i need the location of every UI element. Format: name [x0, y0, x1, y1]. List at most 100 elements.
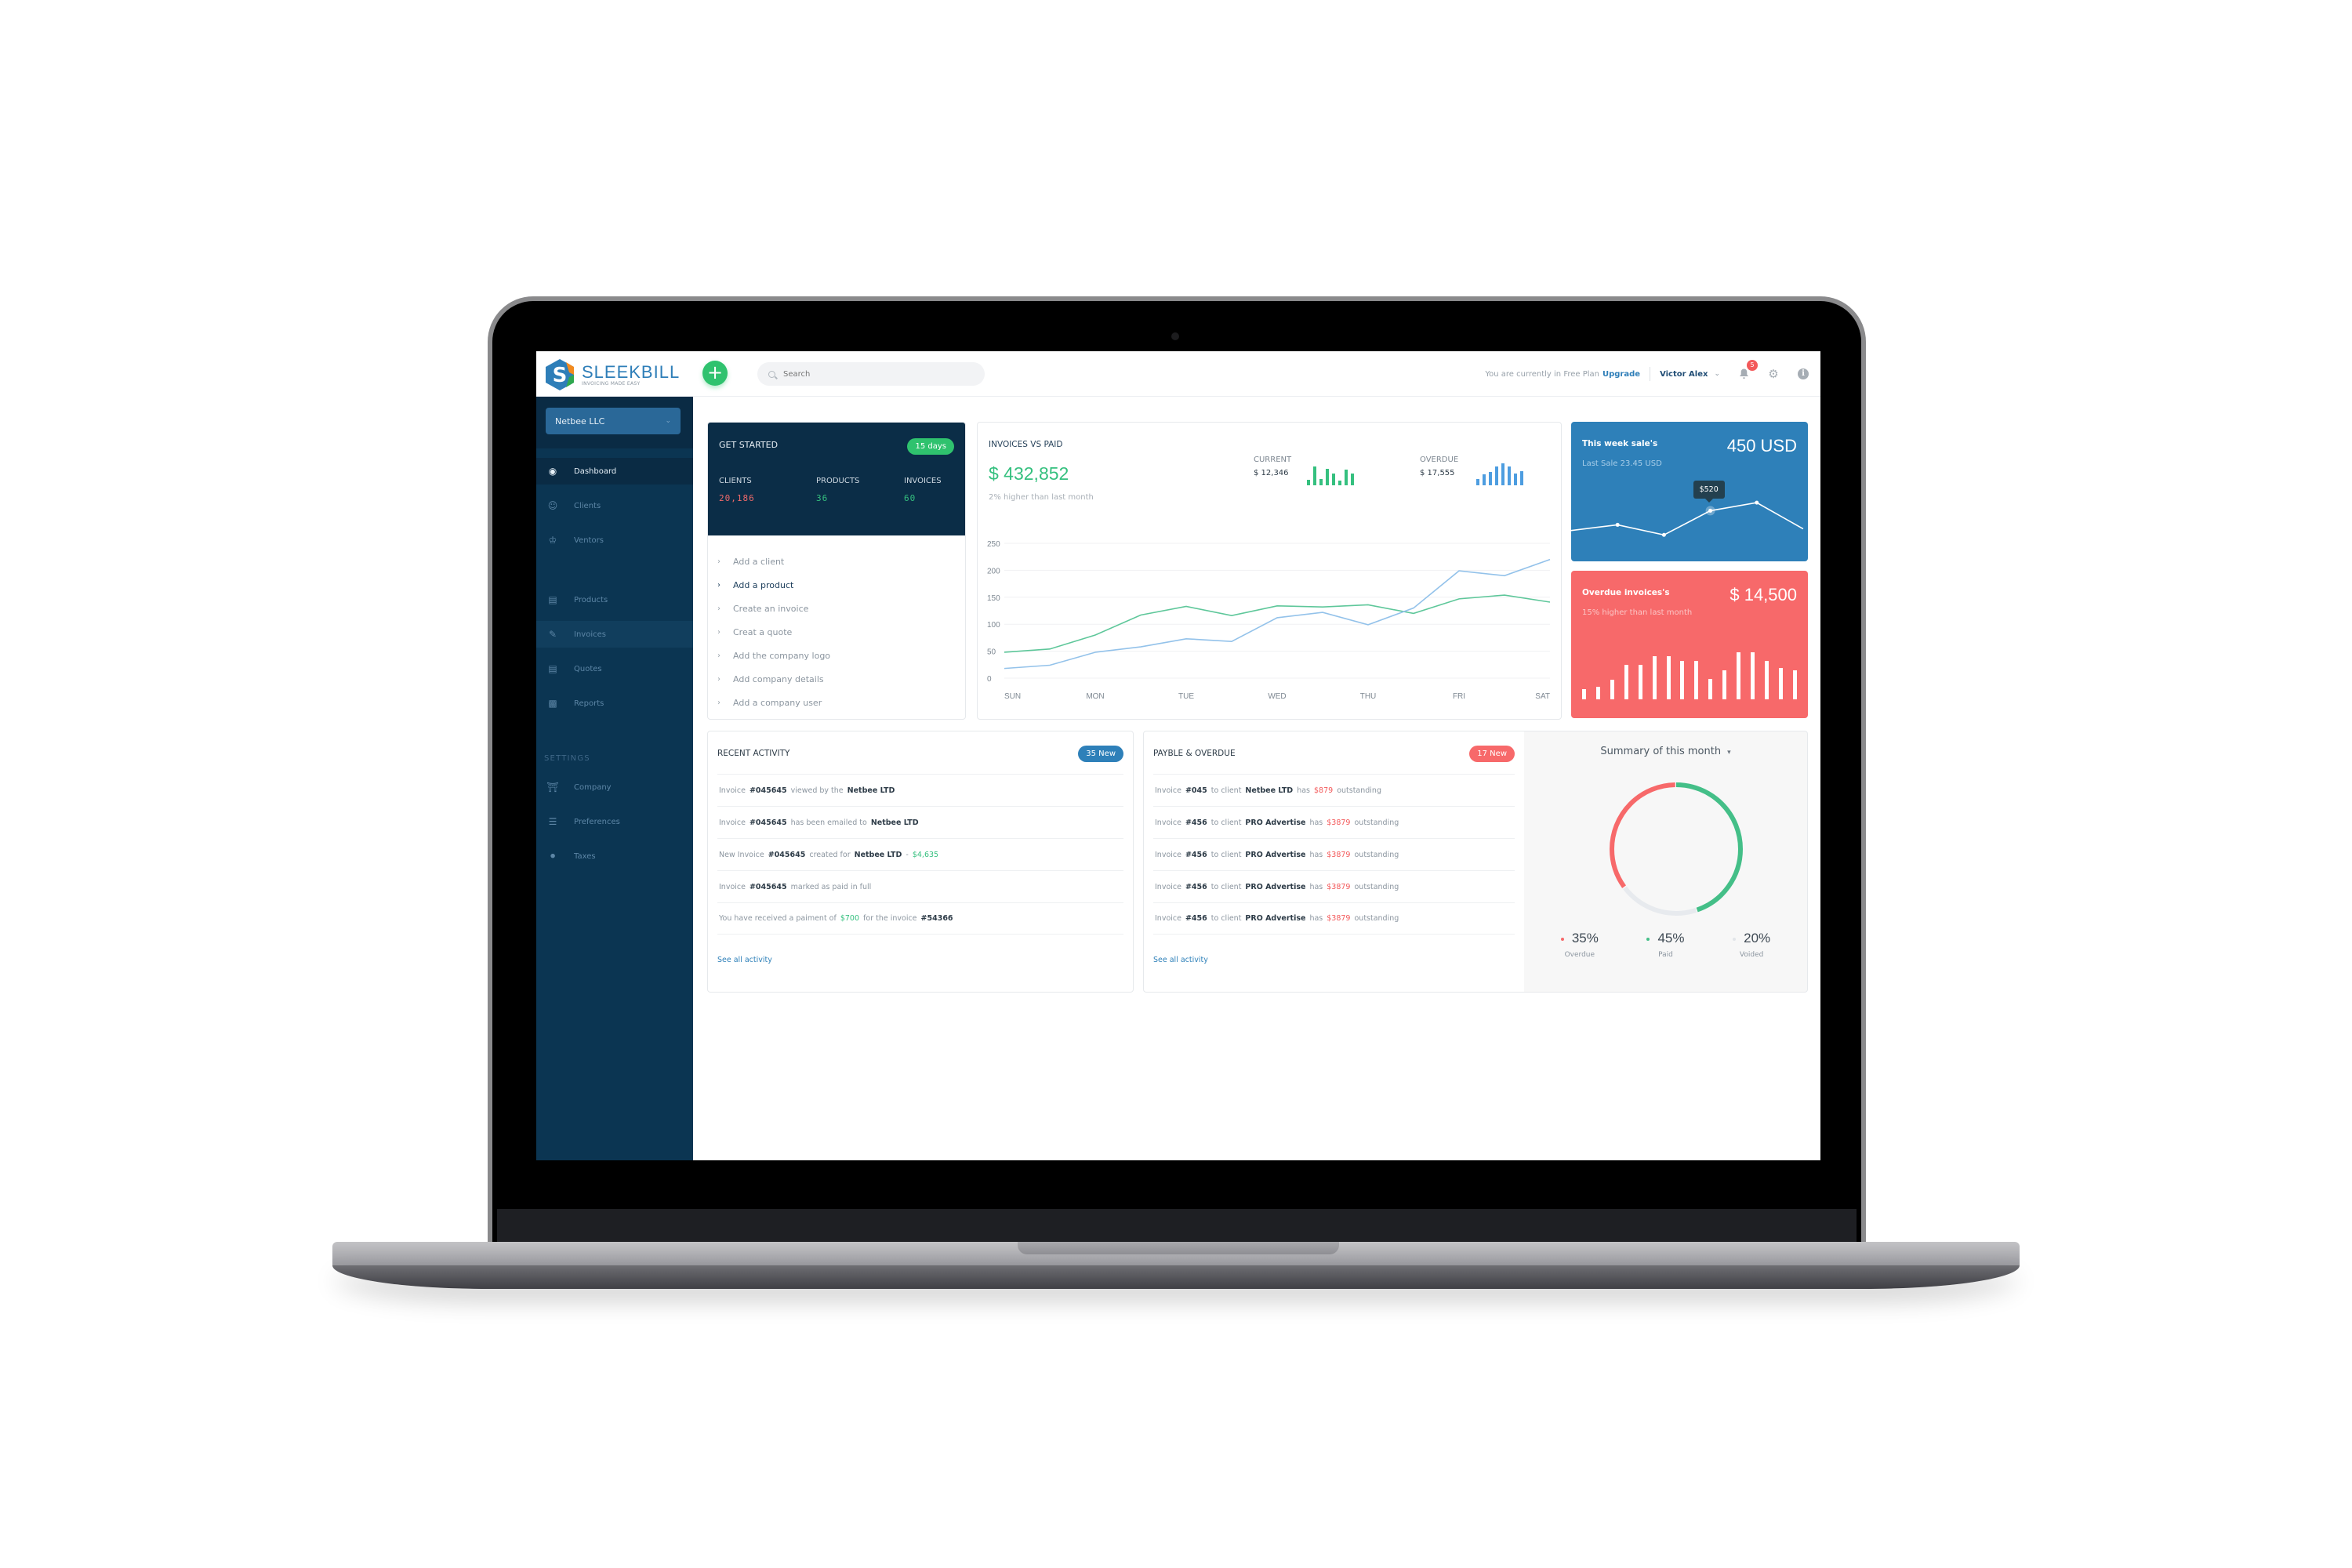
bell-icon: [1739, 368, 1748, 379]
row-text: for the invoice: [863, 914, 917, 923]
sidebar-item-company[interactable]: ⛩ Company: [536, 774, 693, 800]
list-item[interactable]: New Invoice #045645 created for Netbee LTD -…: [717, 838, 1123, 870]
emphasis-text: PRO Advertise: [1245, 882, 1306, 891]
spark-bar: [1332, 473, 1335, 485]
emphasis-text: PRO Advertise: [1245, 850, 1306, 859]
sidebar-item-ventors[interactable]: ♔ Ventors: [536, 527, 693, 554]
get-started-stats: CLIENTS 20,186 PRODUCTS 36 INVOICES 60: [719, 477, 954, 503]
overdue-bar-chart: [1582, 652, 1797, 699]
spark-bar: [1326, 469, 1329, 485]
upgrade-link[interactable]: Upgrade: [1602, 370, 1640, 379]
get-started-step[interactable]: › Add the company logo: [717, 644, 956, 667]
spark-bar: [1508, 466, 1511, 485]
chart-tooltip: $520: [1693, 481, 1725, 503]
stat-invoices: INVOICES 60: [904, 477, 942, 503]
logo[interactable]: S SLEEKBILL INVOICING MADE EASY: [543, 358, 680, 392]
search-input[interactable]: [783, 369, 964, 379]
summary-period-dropdown[interactable]: Summary of this month ▾: [1524, 746, 1807, 757]
sidebar-item-quotes[interactable]: ▤ Quotes: [536, 655, 693, 682]
legend-label: Paid: [1658, 951, 1673, 959]
amount-subtitle: 2% higher than last month: [989, 493, 1094, 502]
overdue-bar: [1694, 660, 1699, 699]
spark-bar: [1483, 474, 1486, 485]
legend-percent: 35%: [1571, 931, 1599, 946]
sidebar-item-invoices[interactable]: ✎ Invoices: [536, 621, 693, 648]
row-text: viewed by the: [790, 786, 844, 795]
see-all-activity-link[interactable]: See all activity: [717, 956, 772, 964]
sidebar-item-taxes[interactable]: ⚫ Taxes: [536, 843, 693, 869]
list-item[interactable]: Invoice #456 to client PRO Advertise has $387…: [1153, 806, 1515, 838]
row-text: Invoice: [1155, 818, 1181, 827]
notification-badge: 5: [1747, 360, 1758, 371]
row-text: has: [1309, 850, 1323, 859]
current-sparkbars: [1307, 462, 1354, 485]
current-value: $ 12,346: [1254, 469, 1289, 477]
emphasis-text: PRO Advertise: [1245, 914, 1306, 923]
info-button[interactable]: i: [1797, 368, 1809, 380]
overdue-bar: [1764, 661, 1769, 699]
list-item[interactable]: Invoice #045645 viewed by the Netbee LTD: [717, 774, 1123, 806]
sidebar-item-reports[interactable]: ▩ Reports: [536, 690, 693, 717]
stat-value: 60: [904, 493, 916, 503]
list-item[interactable]: Invoice #456 to client PRO Advertise has $387…: [1153, 902, 1515, 935]
spark-bar: [1495, 466, 1498, 485]
overdue-summary: OVERDUE $ 17,555: [1420, 456, 1458, 477]
get-started-step[interactable]: › Create an invoice: [717, 597, 956, 620]
overdue-bar: [1751, 652, 1755, 699]
amount-overdue: $3879: [1327, 818, 1351, 827]
list-item[interactable]: Invoice #456 to client PRO Advertise has $387…: [1153, 870, 1515, 902]
list-item[interactable]: You have received a paiment of $700 for th…: [717, 902, 1123, 935]
step-label: Add company details: [733, 673, 824, 684]
get-started-step[interactable]: › Add a product: [717, 573, 956, 597]
amount-positive: $700: [840, 914, 860, 923]
spark-bar: [1514, 473, 1517, 485]
list-item[interactable]: Invoice #045645 has been emailed to Netbee …: [717, 806, 1123, 838]
sales-point[interactable]: [1755, 500, 1759, 505]
sidebar-item-preferences[interactable]: ☰ Preferences: [536, 808, 693, 835]
overdue-bar: [1778, 668, 1783, 699]
get-started-step[interactable]: › Add a client: [717, 550, 956, 573]
get-started-step[interactable]: › Add a company user: [717, 691, 956, 714]
series-line-invoices: [1004, 594, 1551, 653]
stat-products: PRODUCTS 36: [816, 477, 904, 503]
emphasis-text: #456: [1185, 850, 1207, 859]
x-tick-label: WED: [1268, 692, 1286, 701]
get-started-step[interactable]: › Add company details: [717, 667, 956, 691]
sidebar-item-products[interactable]: ▤ Products: [536, 586, 693, 613]
overdue-value: $ 17,555: [1420, 469, 1455, 477]
legend-voided: 20% Voided: [1733, 931, 1770, 959]
notifications-button[interactable]: 5: [1737, 360, 1758, 380]
row-text: has been emailed to: [790, 818, 867, 827]
sales-point[interactable]: [1708, 508, 1713, 513]
logo-name: SLEEKBILL: [582, 361, 681, 382]
chevron-right-icon: ›: [717, 580, 720, 590]
step-label: Add a company user: [733, 697, 822, 708]
search-box[interactable]: [757, 362, 985, 386]
overdue-bar: [1708, 678, 1713, 699]
stat-clients: CLIENTS 20,186: [719, 477, 816, 503]
row-text: Invoice: [719, 882, 746, 891]
series-line-paid: [1004, 558, 1551, 670]
add-button[interactable]: +: [702, 361, 728, 386]
company-select[interactable]: Netbee LLC ⌄: [546, 408, 681, 434]
row-text: Invoice: [719, 786, 746, 795]
list-item[interactable]: Invoice #045 to client Netbee LTD has $879 out…: [1153, 774, 1515, 806]
user-menu[interactable]: Victor Alex: [1660, 370, 1708, 379]
sales-point[interactable]: [1615, 522, 1620, 527]
legend-percent: 20%: [1744, 931, 1771, 946]
sidebar-item-dashboard[interactable]: ◉ Dashboard: [536, 458, 693, 485]
spark-bar: [1319, 478, 1323, 485]
get-started-step[interactable]: › Creat a quote: [717, 620, 956, 644]
see-all-payable-link[interactable]: See all activity: [1153, 956, 1208, 964]
chevron-down-icon[interactable]: ⌄: [1714, 370, 1720, 378]
card-title: PAYBLE & OVERDUE: [1153, 749, 1236, 758]
list-item[interactable]: Invoice #456 to client PRO Advertise has $387…: [1153, 838, 1515, 870]
settings-button[interactable]: ⚙: [1767, 367, 1780, 381]
sidebar-item-clients[interactable]: ☺ Clients: [536, 492, 693, 519]
new-count-badge: 17 New: [1469, 746, 1515, 762]
sales-point[interactable]: [1661, 532, 1666, 537]
get-started-header: GET STARTED 15 days CLIENTS 20,186 PRODU…: [708, 423, 965, 535]
list-item[interactable]: Invoice #045645 marked as paid in full: [717, 870, 1123, 902]
spark-bar: [1476, 478, 1479, 485]
stat-value: 20,186: [719, 493, 755, 503]
